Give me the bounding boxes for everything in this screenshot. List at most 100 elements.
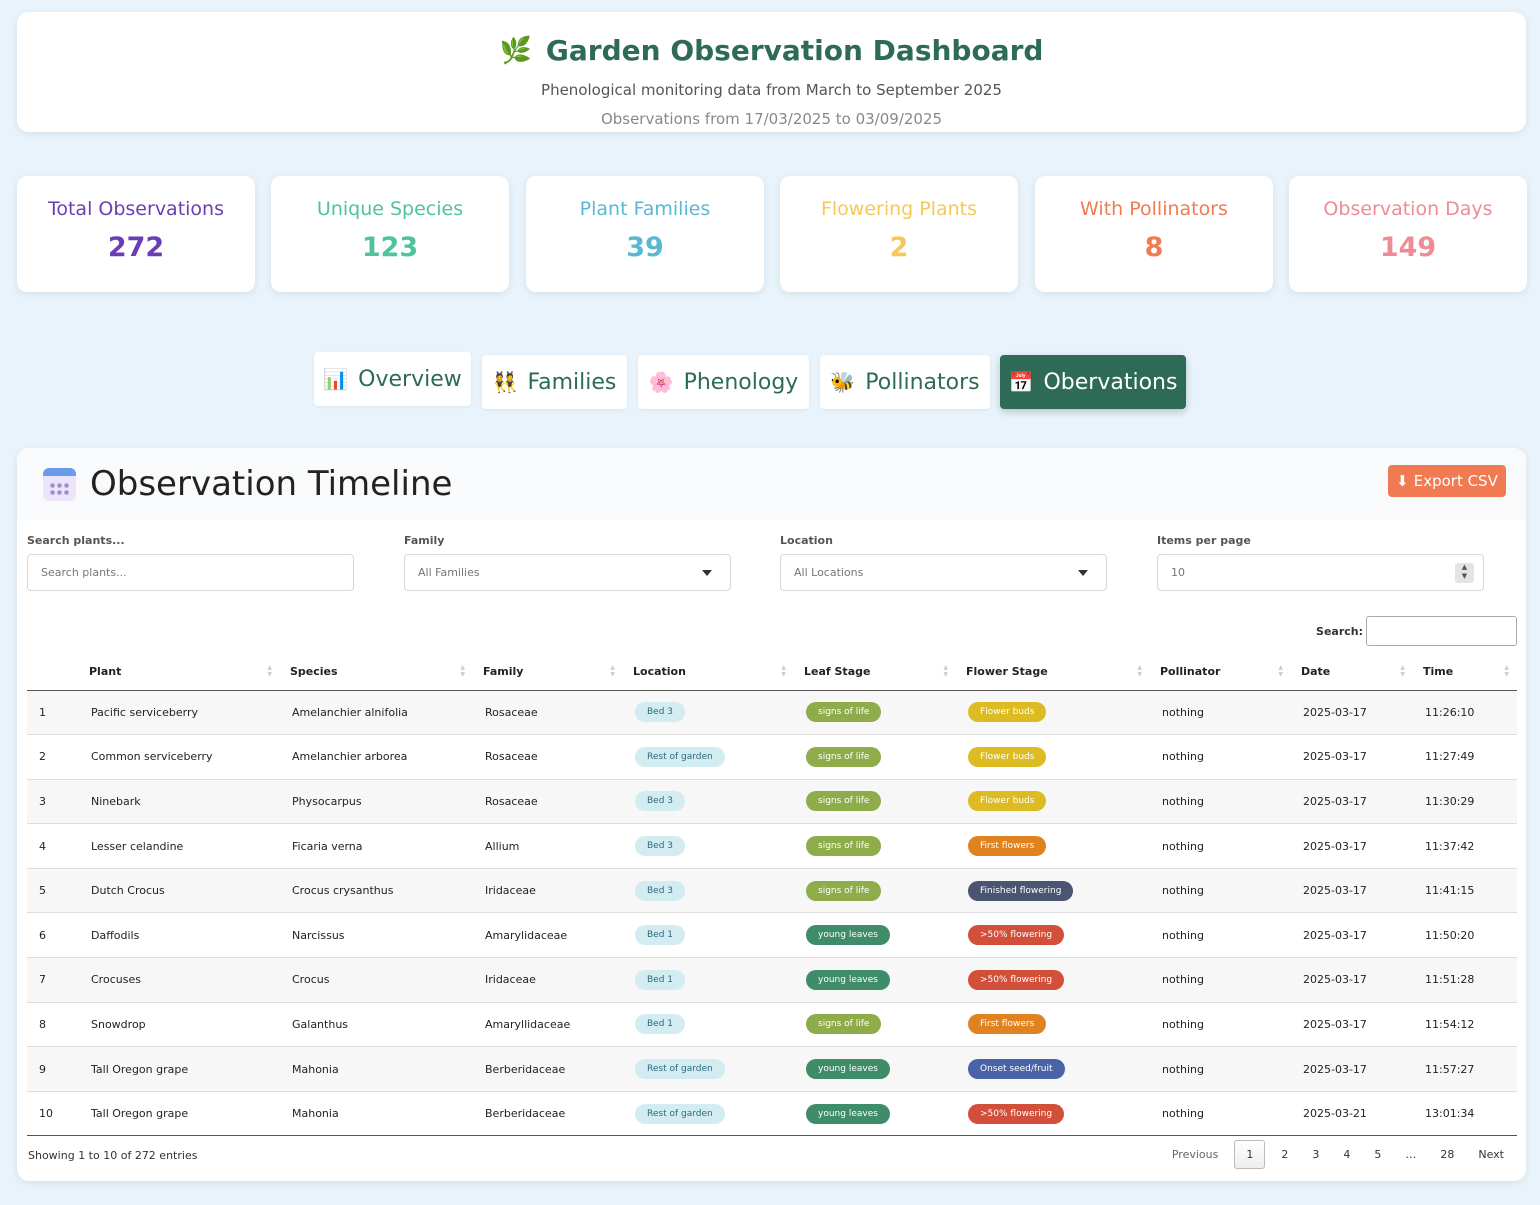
location-select[interactable]: All Locations [780, 554, 1107, 591]
table-header-row: Plant Species Family Location Leaf Stage… [27, 653, 1517, 691]
cell-family: Berberidaceae [473, 1046, 623, 1092]
cell-family: Allium [473, 823, 623, 869]
cell-plant: Snowdrop [79, 1001, 280, 1047]
cell-index: 1 [27, 689, 79, 735]
cell-flower-stage: Flower buds [956, 778, 1150, 824]
cell-location: Bed 1 [623, 957, 794, 1003]
stage-badge: Flower buds [968, 791, 1047, 812]
cell-leaf-stage: young leaves [794, 1046, 956, 1092]
dashboard-title-row: 🌿 Garden Observation Dashboard [17, 34, 1526, 67]
stat-card-flowering-plants: Flowering Plants 2 [780, 176, 1018, 292]
pagination: Previous 1 2 3 4 5 … 28 Next [1160, 1140, 1516, 1169]
family-select[interactable]: All Families [404, 554, 731, 591]
page-button-5[interactable]: 5 [1362, 1140, 1393, 1169]
next-page-button[interactable]: Next [1466, 1140, 1516, 1169]
table-row[interactable]: 5 Dutch Crocus Crocus crysanthus Iridaceae B… [27, 867, 1517, 913]
family-filter: Family All Families [404, 534, 731, 591]
stage-badge: young leaves [806, 1059, 890, 1080]
page-button-1[interactable]: 1 [1234, 1140, 1266, 1169]
caret-down-icon [702, 570, 712, 576]
tab-phenology[interactable]: 🌸 Phenology [638, 355, 809, 409]
cell-time: 11:37:42 [1413, 823, 1517, 869]
table-row[interactable]: 10 Tall Oregon grape Mahonia Berberidaceae R… [27, 1090, 1517, 1137]
cell-index: 8 [27, 1001, 79, 1047]
cell-flower-stage: Finished flowering [956, 867, 1150, 913]
cell-pollinator: nothing [1150, 1001, 1291, 1047]
cell-index: 6 [27, 912, 79, 958]
column-header-date[interactable]: Date [1291, 653, 1413, 691]
search-plants-input[interactable]: Search plants... [27, 554, 354, 591]
location-badge: Bed 3 [635, 880, 686, 901]
cell-time: 11:57:27 [1413, 1046, 1517, 1092]
column-header-flower-stage[interactable]: Flower Stage [956, 653, 1150, 691]
dashboard-title: Garden Observation Dashboard [545, 34, 1044, 67]
page-ellipsis: … [1405, 1148, 1417, 1161]
cell-date: 2025-03-17 [1291, 912, 1413, 958]
stage-badge: signs of life [806, 702, 882, 723]
table-row[interactable]: 4 Lesser celandine Ficaria verna Allium Bed … [27, 823, 1517, 869]
download-icon: ⬇ [1396, 472, 1409, 490]
items-per-page-value: 10 [1171, 566, 1185, 579]
tab-families[interactable]: 👯 Families [482, 355, 627, 409]
stat-value: 272 [107, 232, 165, 263]
cell-location: Bed 3 [623, 867, 794, 913]
tab-label: Phenology [683, 369, 799, 395]
cell-leaf-stage: young leaves [794, 1090, 956, 1137]
column-header-pollinator[interactable]: Pollinator [1150, 653, 1291, 691]
cell-plant: Crocuses [79, 957, 280, 1003]
panel-header: Observation Timeline [17, 448, 1526, 520]
cell-family: Rosaceae [473, 689, 623, 735]
cell-date: 2025-03-17 [1291, 1046, 1413, 1092]
cell-location: Rest of garden [623, 1046, 794, 1092]
stage-badge: >50% flowering [968, 1103, 1065, 1124]
column-header-index [27, 653, 79, 691]
cell-species: Mahonia [280, 1046, 473, 1092]
table-row[interactable]: 6 Daffodils Narcissus Amarylidaceae Bed 1 you… [27, 912, 1517, 958]
stage-badge: First flowers [968, 836, 1047, 857]
column-header-plant[interactable]: Plant [79, 653, 280, 691]
page-button-28[interactable]: 28 [1428, 1140, 1466, 1169]
column-header-time[interactable]: Time [1413, 653, 1517, 691]
table-row[interactable]: 9 Tall Oregon grape Mahonia Berberidaceae Re… [27, 1046, 1517, 1092]
table-row[interactable]: 8 Snowdrop Galanthus Amaryllidaceae Bed 1 sig… [27, 1001, 1517, 1047]
tab-observations[interactable]: 📅 Obervations [1000, 355, 1186, 409]
cell-family: Amarylidaceae [473, 912, 623, 958]
cell-pollinator: nothing [1150, 778, 1291, 824]
caret-down-icon [1078, 570, 1088, 576]
cell-flower-stage: >50% flowering [956, 912, 1150, 958]
export-csv-button[interactable]: ⬇ Export CSV [1388, 465, 1506, 497]
column-header-location[interactable]: Location [623, 653, 794, 691]
items-per-page-input[interactable]: 10 ▲ ▼ [1157, 554, 1484, 591]
page-button-2[interactable]: 2 [1269, 1140, 1300, 1169]
column-header-family[interactable]: Family [473, 653, 623, 691]
calendar-icon: 📅 [1008, 370, 1034, 394]
column-header-leaf-stage[interactable]: Leaf Stage [794, 653, 956, 691]
cell-location: Bed 3 [623, 689, 794, 735]
table-search-input[interactable] [1366, 616, 1517, 646]
column-header-species[interactable]: Species [280, 653, 473, 691]
spinner-icon[interactable]: ▲ ▼ [1455, 563, 1474, 583]
table-row[interactable]: 2 Common serviceberry Amelanchier arborea R… [27, 734, 1517, 780]
stat-value: 123 [361, 232, 419, 263]
leaf-icon: 🌿 [499, 35, 532, 66]
stat-label: Total Observations [47, 198, 224, 220]
tab-overview[interactable]: 📊 Overview [314, 352, 471, 406]
table-row[interactable]: 3 Ninebark Physocarpus Rosaceae Bed 3 signs o… [27, 778, 1517, 824]
cell-family: Rosaceae [473, 778, 623, 824]
export-label: Export CSV [1413, 472, 1498, 490]
cell-leaf-stage: signs of life [794, 778, 956, 824]
items-per-page-filter: Items per page 10 ▲ ▼ [1157, 534, 1484, 591]
table-row[interactable]: 7 Crocuses Crocus Iridaceae Bed 1 young leave… [27, 957, 1517, 1003]
cell-index: 5 [27, 867, 79, 913]
tab-pollinators[interactable]: 🐝 Pollinators [820, 355, 990, 409]
page-button-4[interactable]: 4 [1331, 1140, 1362, 1169]
filter-label: Items per page [1157, 534, 1251, 547]
page-button-3[interactable]: 3 [1300, 1140, 1331, 1169]
stat-label: Flowering Plants [820, 198, 978, 220]
previous-page-button[interactable]: Previous [1160, 1140, 1231, 1169]
cell-time: 13:01:34 [1413, 1090, 1517, 1137]
table-search: Search: [1316, 616, 1517, 646]
table-row[interactable]: 1 Pacific serviceberry Amelanchier alnifol… [27, 689, 1517, 735]
cell-time: 11:30:29 [1413, 778, 1517, 824]
cell-pollinator: nothing [1150, 734, 1291, 780]
